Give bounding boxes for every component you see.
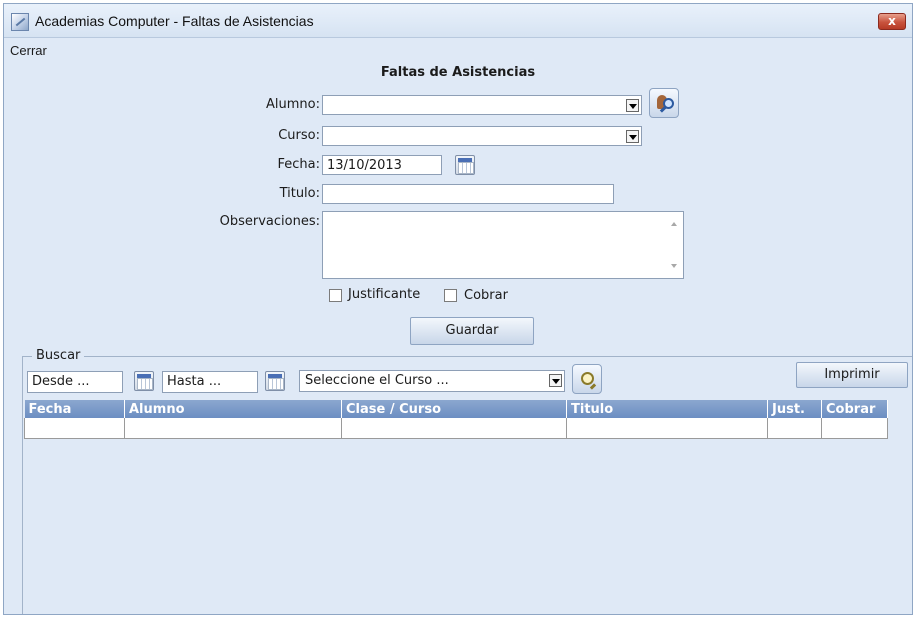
table-cell[interactable] <box>821 418 888 439</box>
results-grid[interactable]: Fecha Alumno Clase / Curso Titulo Just. … <box>24 400 892 613</box>
column-header-just[interactable]: Just. <box>767 400 822 418</box>
titulo-field[interactable] <box>322 184 614 204</box>
table-cell[interactable] <box>24 418 125 439</box>
menu-item-cerrar[interactable]: Cerrar <box>10 43 47 58</box>
vertical-scrollbar[interactable] <box>666 212 683 278</box>
fecha-field[interactable]: 13/10/2013 <box>322 155 442 175</box>
print-button[interactable]: Imprimir <box>796 362 908 388</box>
column-header-titulo[interactable]: Titulo <box>566 400 768 418</box>
save-button[interactable]: Guardar <box>410 317 534 345</box>
magnifier-icon <box>581 372 594 385</box>
cobrar-label: Cobrar <box>464 288 508 303</box>
main-window: Academias Computer - Faltas de Asistenci… <box>3 3 913 615</box>
justificante-label: Justificante <box>348 287 421 302</box>
chevron-down-icon[interactable] <box>626 99 639 112</box>
search-group-label: Buscar <box>32 348 85 363</box>
scroll-down-icon[interactable] <box>671 264 677 268</box>
calendar-icon[interactable] <box>265 371 285 391</box>
hasta-field[interactable]: Hasta ... <box>162 371 258 393</box>
title-bar: Academias Computer - Faltas de Asistenci… <box>4 4 912 38</box>
column-header-cobrar[interactable]: Cobrar <box>821 400 888 418</box>
chevron-down-icon[interactable] <box>626 130 639 143</box>
app-icon <box>11 13 29 31</box>
observaciones-textarea[interactable] <box>322 211 684 279</box>
chevron-down-icon[interactable] <box>549 374 562 387</box>
course-filter-select[interactable]: Seleccione el Curso ... <box>299 370 565 392</box>
column-header-alumno[interactable]: Alumno <box>124 400 342 418</box>
close-button[interactable]: x <box>878 13 906 30</box>
curso-label: Curso: <box>278 128 320 143</box>
desde-field[interactable]: Desde ... <box>27 371 123 393</box>
curso-select[interactable] <box>322 126 642 146</box>
justificante-checkbox[interactable] <box>329 289 342 302</box>
window-title: Academias Computer - Faltas de Asistenci… <box>35 13 314 29</box>
cobrar-checkbox[interactable] <box>444 289 457 302</box>
column-header-clase-curso[interactable]: Clase / Curso <box>341 400 567 418</box>
table-cell[interactable] <box>341 418 567 439</box>
search-student-button[interactable] <box>649 88 679 118</box>
search-button[interactable] <box>572 364 602 394</box>
menu-bar: Cerrar <box>4 39 912 61</box>
table-cell[interactable] <box>566 418 768 439</box>
titulo-label: Titulo: <box>279 186 320 201</box>
course-filter-value: Seleccione el Curso ... <box>305 373 449 388</box>
table-row[interactable] <box>24 418 888 439</box>
alumno-select[interactable] <box>322 95 642 115</box>
calendar-icon[interactable] <box>455 155 475 175</box>
observaciones-label: Observaciones: <box>219 214 320 229</box>
fecha-label: Fecha: <box>277 157 321 172</box>
table-cell[interactable] <box>767 418 822 439</box>
form-title: Faltas de Asistencias <box>380 65 536 80</box>
calendar-icon[interactable] <box>134 371 154 391</box>
alumno-label: Alumno: <box>266 97 320 112</box>
column-header-fecha[interactable]: Fecha <box>24 400 125 418</box>
table-cell[interactable] <box>124 418 342 439</box>
scroll-up-icon[interactable] <box>671 222 677 226</box>
